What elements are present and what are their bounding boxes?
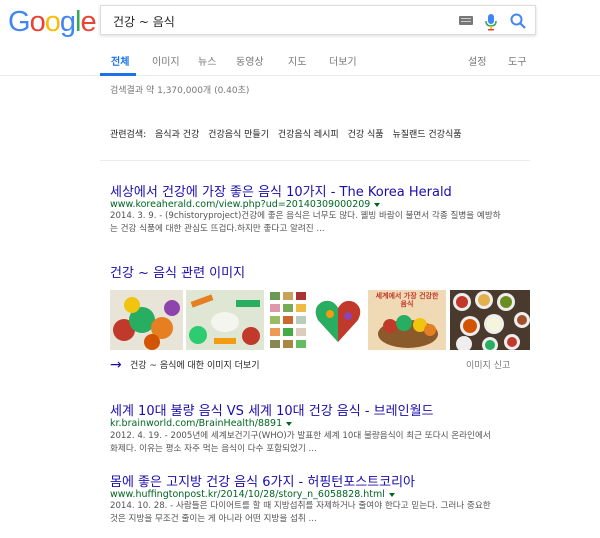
result-title[interactable]: 세상에서 건강에 가장 좋은 음식 10가지 - The Korea Heral… <box>110 181 452 200</box>
microphone-icon[interactable] <box>484 13 498 31</box>
tab-settings[interactable]: 설정 <box>468 53 486 68</box>
result-url[interactable]: www.huffingtonpost.kr/2014/10/28/story_n… <box>110 489 395 500</box>
logo-letter: G <box>8 6 31 38</box>
dropdown-caret-icon[interactable] <box>388 492 395 497</box>
related-link[interactable]: 건강음식 만들기 <box>208 130 269 140</box>
search-box[interactable]: 건강 ~ 음식 <box>100 5 536 35</box>
result-url-text: www.huffingtonpost.kr/2014/10/28/story_n… <box>110 489 385 500</box>
tab-maps[interactable]: 지도 <box>288 53 306 68</box>
result-snippet: 2014. 3. 9. - (9chistoryproject)건강에 좋은 음… <box>110 210 530 236</box>
snippet-line: 2012. 4. 19. - 2005년에 세계보건기구(WHO)가 발표한 세… <box>110 431 491 441</box>
divider <box>100 160 530 161</box>
tab-images[interactable]: 이미지 <box>152 53 180 68</box>
tab-news[interactable]: 뉴스 <box>198 53 216 68</box>
image-thumbnail[interactable]: 세계에서 가장 건강한 음식 <box>368 290 446 350</box>
result-url-text: kr.brainworld.com/BrainHealth/8891 <box>110 418 283 429</box>
image-thumbnail[interactable] <box>312 290 364 350</box>
google-logo[interactable]: Google <box>8 6 97 39</box>
related-searches: 관련검색: 음식과 건강 건강음식 만들기 건강음식 레시피 건강 식품 뉴질랜… <box>110 127 462 140</box>
result-title[interactable]: 몸에 좋은 고지방 건강 음식 6가지 - 허핑턴포스트코리아 <box>110 471 415 490</box>
active-tab-indicator <box>100 73 136 76</box>
snippet-line: 화제다. 이유는 평소 자주 먹는 음식이 다수 포함되었기 ... <box>110 444 317 454</box>
dropdown-caret-icon[interactable] <box>374 202 381 207</box>
related-link[interactable]: 건강음식 레시피 <box>278 130 339 140</box>
snippet-line: 2014. 10. 28. - 사람들은 다이어트를 할 때 지방섭취를 자제하… <box>110 501 491 511</box>
logo-letter: o <box>29 6 46 38</box>
snippet-line: 는 건강 식품에 대한 관심도 뜨겁다.하지만 좋다고 알려진 ... <box>110 224 325 234</box>
result-url[interactable]: kr.brainworld.com/BrainHealth/8891 <box>110 418 293 429</box>
related-label: 관련검색: <box>110 130 147 140</box>
result-url-text: www.koreaherald.com/view.php?ud=20140309… <box>110 199 371 210</box>
images-heading[interactable]: 건강 ~ 음식 관련 이미지 <box>110 262 245 281</box>
result-snippet: 2012. 4. 19. - 2005년에 세계보건기구(WHO)가 발표한 세… <box>110 430 530 456</box>
search-icon[interactable] <box>509 12 527 30</box>
image-thumbnail[interactable] <box>110 290 183 350</box>
logo-letter: e <box>80 6 96 38</box>
related-link[interactable]: 음식과 건강 <box>155 130 199 140</box>
result-title[interactable]: 세계 10대 불량 음식 VS 세계 10대 건강 음식 - 브레인월드 <box>110 400 433 419</box>
report-images-link[interactable]: 이미지 신고 <box>466 358 510 371</box>
thumbnail-caption: 세계에서 가장 건강한 음식 <box>375 292 439 308</box>
tab-more[interactable]: 더보기 <box>329 53 357 68</box>
arrow-right-icon[interactable]: → <box>110 357 122 373</box>
search-input[interactable]: 건강 ~ 음식 <box>113 13 175 30</box>
result-snippet: 2014. 10. 28. - 사람들은 다이어트를 할 때 지방섭취를 자제하… <box>110 500 530 526</box>
logo-letter: g <box>59 6 76 38</box>
image-thumbnail[interactable] <box>450 290 530 350</box>
result-url[interactable]: www.koreaherald.com/view.php?ud=20140309… <box>110 199 381 210</box>
result-stats: 검색결과 약 1,370,000개 (0.40초) <box>110 86 250 96</box>
tab-videos[interactable]: 동영상 <box>236 53 264 68</box>
tab-all[interactable]: 전체 <box>111 53 129 68</box>
keyboard-icon[interactable] <box>459 16 473 25</box>
related-link[interactable]: 건강 식품 <box>348 130 384 140</box>
dropdown-caret-icon[interactable] <box>286 421 293 426</box>
more-images-link[interactable]: 건강 ~ 음식에 대한 이미지 더보기 <box>130 358 260 371</box>
related-link[interactable]: 뉴질랜드 건강식품 <box>392 130 461 140</box>
image-thumbnail[interactable] <box>268 290 308 350</box>
image-thumbnails: 세계에서 가장 건강한 음식 <box>110 290 530 350</box>
search-tabs: 전체 이미지 뉴스 동영상 지도 더보기 설정 도구 <box>0 44 600 76</box>
snippet-line: 것은 지방을 무조건 줄이는 게 아니라 어떤 지방을 섭취 ... <box>110 514 317 524</box>
snippet-line: 2014. 3. 9. - (9chistoryproject)건강에 좋은 음… <box>110 211 501 221</box>
logo-letter: o <box>44 6 61 38</box>
image-thumbnail[interactable] <box>186 290 264 350</box>
tab-tools[interactable]: 도구 <box>508 53 526 68</box>
